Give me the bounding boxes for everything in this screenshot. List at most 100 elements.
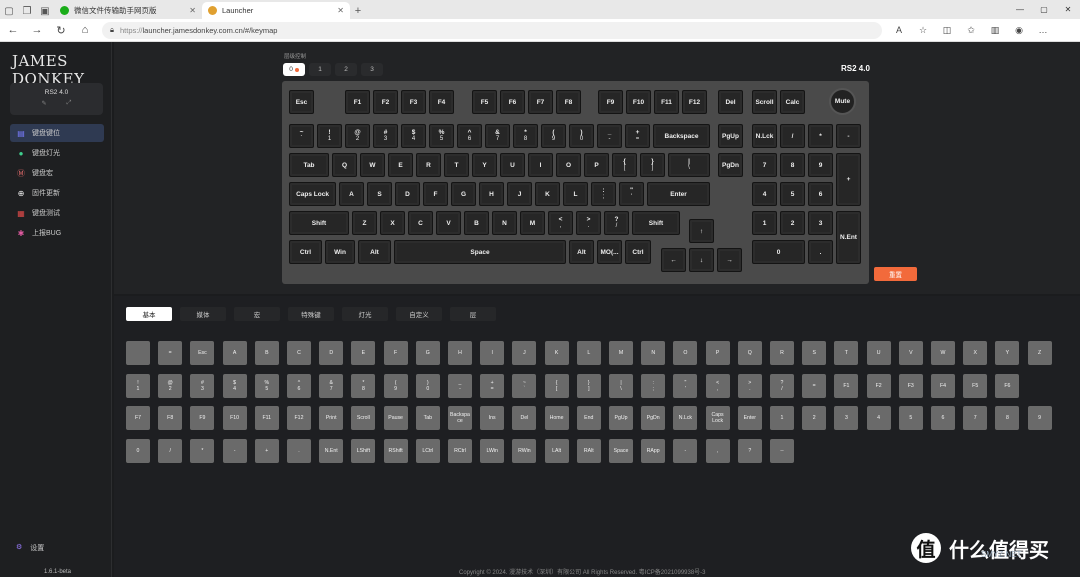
- palette-key[interactable]: LShift: [351, 438, 376, 463]
- palette-key[interactable]: .: [287, 438, 311, 463]
- palette-key[interactable]: _ -: [448, 373, 472, 398]
- palette-key[interactable]: [126, 341, 150, 365]
- palette-key[interactable]: LAlt: [544, 438, 569, 463]
- minimize-icon[interactable]: —: [1008, 0, 1032, 19]
- palette-key[interactable]: J: [512, 341, 537, 365]
- palette-key[interactable]: F8: [158, 406, 183, 430]
- sidebar-item-3[interactable]: ⊕ 固件更新: [10, 184, 104, 202]
- key-num-1[interactable]: ! 1: [317, 124, 342, 148]
- palette-key[interactable]: :;: [641, 373, 666, 398]
- key-f4[interactable]: F4: [429, 90, 454, 114]
- palette-key[interactable]: Y: [995, 341, 1020, 365]
- palette-key[interactable]: LCtrl: [415, 438, 440, 463]
- key-num-8[interactable]: * 8: [513, 124, 538, 148]
- key-num-3[interactable]: #3: [373, 124, 398, 148]
- palette-key[interactable]: F11: [254, 406, 279, 430]
- palette-key[interactable]: Z: [1027, 341, 1052, 365]
- palette-key[interactable]: & 7: [319, 373, 344, 398]
- palette-key[interactable]: C: [287, 341, 311, 365]
- palette-key[interactable]: }]: [576, 373, 601, 398]
- refresh-icon[interactable]: ↻: [54, 24, 68, 37]
- palette-key[interactable]: Q: [737, 341, 762, 365]
- palette-key[interactable]: ,: [705, 438, 730, 463]
- key-num-4[interactable]: 4: [752, 182, 777, 206]
- palette-key[interactable]: 8: [995, 406, 1020, 430]
- key-del[interactable]: Del: [718, 90, 743, 114]
- palette-key[interactable]: + =: [480, 373, 505, 398]
- palette-key[interactable]: {[: [544, 373, 569, 398]
- palette-key[interactable]: (9: [383, 373, 408, 398]
- palette-key[interactable]: Home: [544, 406, 569, 430]
- layer-0[interactable]: 0: [283, 63, 305, 76]
- knob-mute[interactable]: Mute: [829, 88, 856, 115]
- palette-key[interactable]: RCtrl: [448, 438, 472, 463]
- palette-key[interactable]: ) 0: [415, 373, 440, 398]
- palette-key[interactable]: | \: [609, 373, 633, 398]
- key-right[interactable]: →: [717, 248, 742, 272]
- palette-key[interactable]: --: [770, 438, 794, 463]
- category-tab-1[interactable]: 媒体: [180, 307, 226, 321]
- palette-key[interactable]: Caps Lock: [705, 406, 730, 430]
- palette-key[interactable]: /: [158, 438, 183, 463]
- palette-key[interactable]: End: [576, 406, 601, 430]
- palette-key[interactable]: B: [254, 341, 279, 365]
- key-period[interactable]: >.: [576, 211, 601, 235]
- palette-key[interactable]: N.Lck: [673, 406, 698, 430]
- key-u[interactable]: U: [500, 153, 525, 177]
- key-semicolon[interactable]: :;: [591, 182, 616, 206]
- workspaces-icon[interactable]: ❐: [18, 3, 36, 19]
- key-q[interactable]: Q: [332, 153, 357, 177]
- key-f7[interactable]: F7: [528, 90, 553, 114]
- home-icon[interactable]: ⌂: [78, 24, 92, 36]
- key-tab[interactable]: Tab: [289, 153, 329, 177]
- palette-key[interactable]: Backspa ce: [448, 406, 472, 430]
- layer-3[interactable]: 3: [361, 63, 383, 76]
- key-f2[interactable]: F2: [373, 90, 398, 114]
- category-tab-4[interactable]: 灯光: [342, 307, 388, 321]
- key-lbracket[interactable]: {[: [612, 153, 637, 177]
- palette-key[interactable]: F6: [995, 373, 1020, 398]
- palette-key[interactable]: >.: [737, 373, 762, 398]
- palette-key[interactable]: PgUp: [609, 406, 633, 430]
- palette-key[interactable]: +: [254, 438, 279, 463]
- palette-key[interactable]: ? /: [770, 373, 794, 398]
- key-s[interactable]: S: [367, 182, 392, 206]
- key-f8[interactable]: F8: [556, 90, 581, 114]
- key-x[interactable]: X: [380, 211, 405, 235]
- key-f[interactable]: F: [423, 182, 448, 206]
- key-f3[interactable]: F3: [401, 90, 426, 114]
- key-t[interactable]: T: [444, 153, 469, 177]
- url-field[interactable]: 🔒︎ https://launcher.jamesdonkey.com.cn/#…: [102, 21, 882, 39]
- key-space[interactable]: Space: [394, 240, 566, 264]
- palette-key[interactable]: 3: [834, 406, 859, 430]
- edit-icon[interactable]: ✎: [42, 100, 47, 107]
- palette-key[interactable]: F1: [834, 373, 859, 398]
- key-num-enter[interactable]: N.Ent: [836, 211, 861, 264]
- palette-key[interactable]: Tab: [415, 406, 440, 430]
- palette-key[interactable]: #3: [190, 373, 215, 398]
- close-tab-icon[interactable]: ✕: [189, 6, 196, 15]
- palette-key[interactable]: Ins: [480, 406, 505, 430]
- key-num-multiply[interactable]: *: [808, 124, 833, 148]
- palette-key[interactable]: ~ `: [512, 373, 537, 398]
- palette-key[interactable]: W: [931, 341, 955, 365]
- palette-key[interactable]: Enter: [737, 406, 762, 430]
- palette-key[interactable]: 2: [802, 406, 827, 430]
- category-tab-5[interactable]: 自定义: [396, 307, 442, 321]
- key-i[interactable]: I: [528, 153, 553, 177]
- palette-key[interactable]: RApp: [641, 438, 666, 463]
- layer-1[interactable]: 1: [309, 63, 331, 76]
- key-c[interactable]: C: [408, 211, 433, 235]
- key-f10[interactable]: F10: [626, 90, 651, 114]
- key-backspace[interactable]: Backspace: [653, 124, 710, 148]
- palette-key[interactable]: V: [898, 341, 923, 365]
- palette-key[interactable]: -: [222, 438, 247, 463]
- palette-key[interactable]: A: [222, 341, 247, 365]
- palette-key[interactable]: Del: [512, 406, 537, 430]
- key-ralt[interactable]: Alt: [569, 240, 594, 264]
- palette-key[interactable]: ^ 6: [287, 373, 311, 398]
- key-num-0[interactable]: ~ `: [289, 124, 314, 148]
- palette-key[interactable]: <,: [705, 373, 730, 398]
- palette-key[interactable]: Scroll: [351, 406, 376, 430]
- forward-icon[interactable]: →: [30, 24, 44, 36]
